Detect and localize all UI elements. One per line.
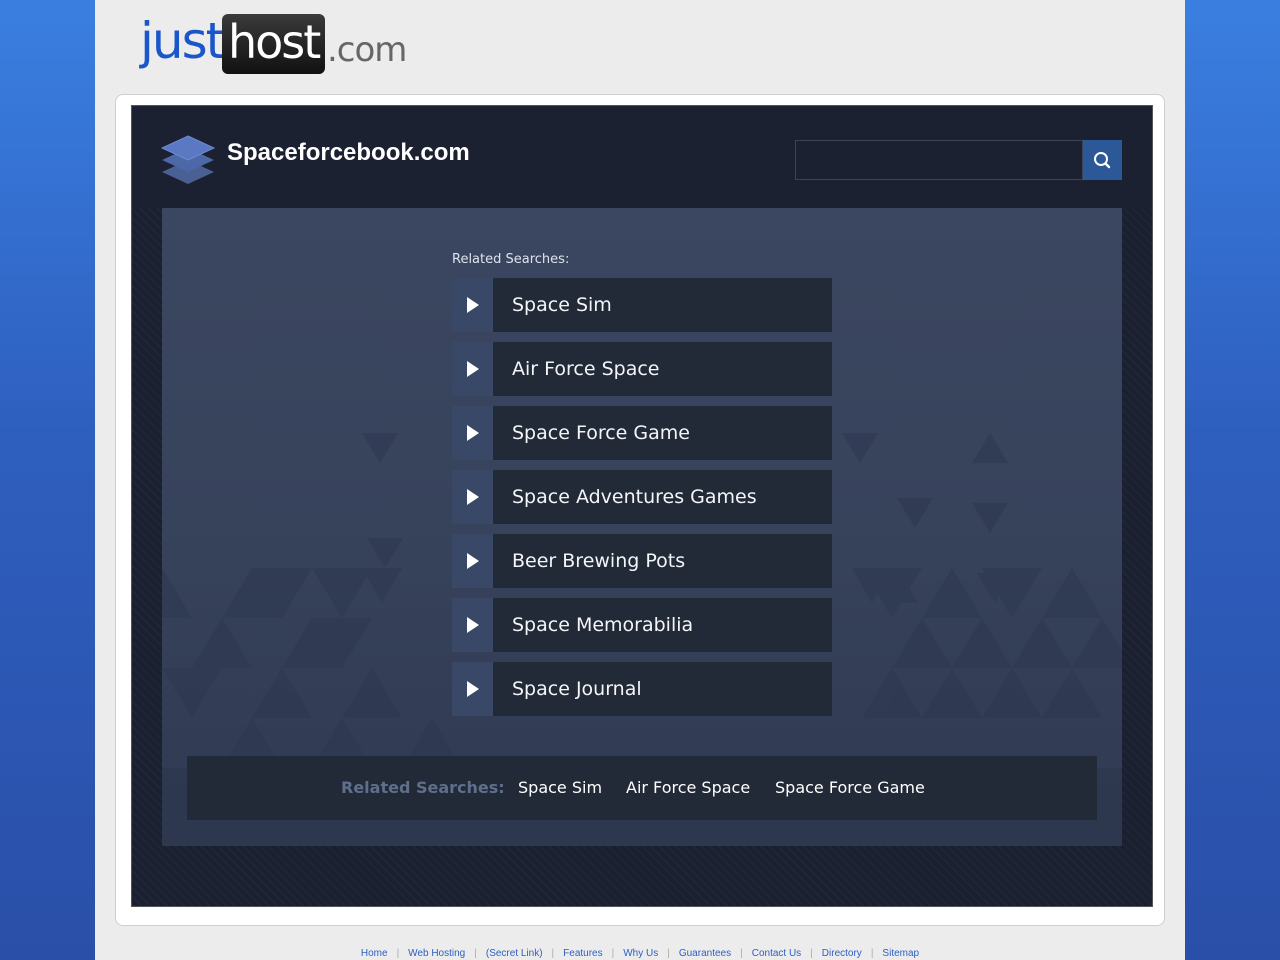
site-title[interactable]: Spaceforcebook.com (227, 139, 470, 167)
search-input[interactable] (795, 140, 1083, 180)
related-search-item[interactable]: Space Memorabilia (452, 598, 832, 652)
related-search-item[interactable]: Beer Brewing Pots (452, 534, 832, 588)
main-content: Related Searches: Space Sim Air Force Sp… (162, 208, 1122, 846)
site-header: Spaceforcebook.com (132, 106, 1152, 208)
arrow-box (452, 278, 493, 332)
bottom-related-link[interactable]: Space Force Game (775, 756, 925, 820)
play-arrow-icon (467, 425, 479, 441)
logo-just-text: just (140, 12, 225, 70)
related-search-label: Beer Brewing Pots (512, 550, 686, 572)
related-searches-heading: Related Searches: (452, 252, 570, 267)
search-button[interactable] (1083, 140, 1122, 180)
magnifier-icon (1094, 152, 1111, 169)
footer-link-why-us[interactable]: Why Us (623, 948, 658, 959)
footer-separator: | (474, 948, 477, 959)
related-search-label: Air Force Space (512, 358, 660, 380)
footer-link-sitemap[interactable]: Sitemap (882, 948, 919, 959)
footer-link-web-hosting[interactable]: Web Hosting (408, 948, 465, 959)
arrow-box (452, 342, 493, 396)
footer-links: Home | Web Hosting | (Secret Link) | Features |… (95, 948, 1185, 959)
footer-separator: | (396, 948, 400, 959)
play-arrow-icon (467, 617, 479, 633)
footer-separator: | (740, 948, 743, 959)
arrow-box (452, 470, 493, 524)
play-arrow-icon (467, 681, 479, 697)
related-search-label: Space Memorabilia (512, 614, 694, 636)
arrow-box (452, 598, 493, 652)
related-search-label: Space Sim (512, 294, 612, 316)
content-frame: Spaceforcebook.com Related Searches: Spa… (115, 94, 1165, 926)
arrow-box (452, 406, 493, 460)
bottom-related-link[interactable]: Air Force Space (626, 756, 750, 820)
play-arrow-icon (467, 553, 479, 569)
bottom-related-bar: Related Searches: Space Sim Air Force Sp… (187, 756, 1097, 820)
related-search-item[interactable]: Space Adventures Games (452, 470, 832, 524)
footer-link-secret[interactable]: (Secret Link) (486, 948, 543, 959)
related-search-label: Space Adventures Games (512, 486, 757, 508)
footer-separator: | (667, 948, 670, 959)
footer-link-home[interactable]: Home (361, 948, 388, 959)
footer-link-contact-us[interactable]: Contact Us (752, 948, 801, 959)
page-container: just host .com Spaceforcebook.com Relate… (95, 0, 1185, 960)
footer-separator: | (551, 948, 555, 959)
footer-link-features[interactable]: Features (563, 948, 602, 959)
logo-com-text: .com (327, 30, 407, 70)
footer-separator: | (870, 948, 874, 959)
parked-page: Spaceforcebook.com Related Searches: Spa… (131, 105, 1153, 907)
related-search-item[interactable]: Air Force Space (452, 342, 832, 396)
related-search-item[interactable]: Space Journal (452, 662, 832, 716)
logo-host-text: host (228, 15, 321, 69)
related-searches-list: Space Sim Air Force Space Space Force Ga… (452, 278, 832, 726)
play-arrow-icon (467, 489, 479, 505)
footer-link-guarantees[interactable]: Guarantees (679, 948, 731, 959)
play-arrow-icon (467, 297, 479, 313)
bottom-related-label: Related Searches: (341, 778, 505, 797)
footer-link-directory[interactable]: Directory (822, 948, 862, 959)
related-search-item[interactable]: Space Force Game (452, 406, 832, 460)
arrow-box (452, 534, 493, 588)
footer-separator: | (810, 948, 813, 959)
related-search-label: Space Force Game (512, 422, 690, 444)
stacked-layers-icon (160, 135, 216, 184)
related-search-label: Space Journal (512, 678, 642, 700)
bottom-related-link[interactable]: Space Sim (518, 756, 602, 820)
related-search-item[interactable]: Space Sim (452, 278, 832, 332)
arrow-box (452, 662, 493, 716)
footer-separator: | (611, 948, 615, 959)
play-arrow-icon (467, 361, 479, 377)
